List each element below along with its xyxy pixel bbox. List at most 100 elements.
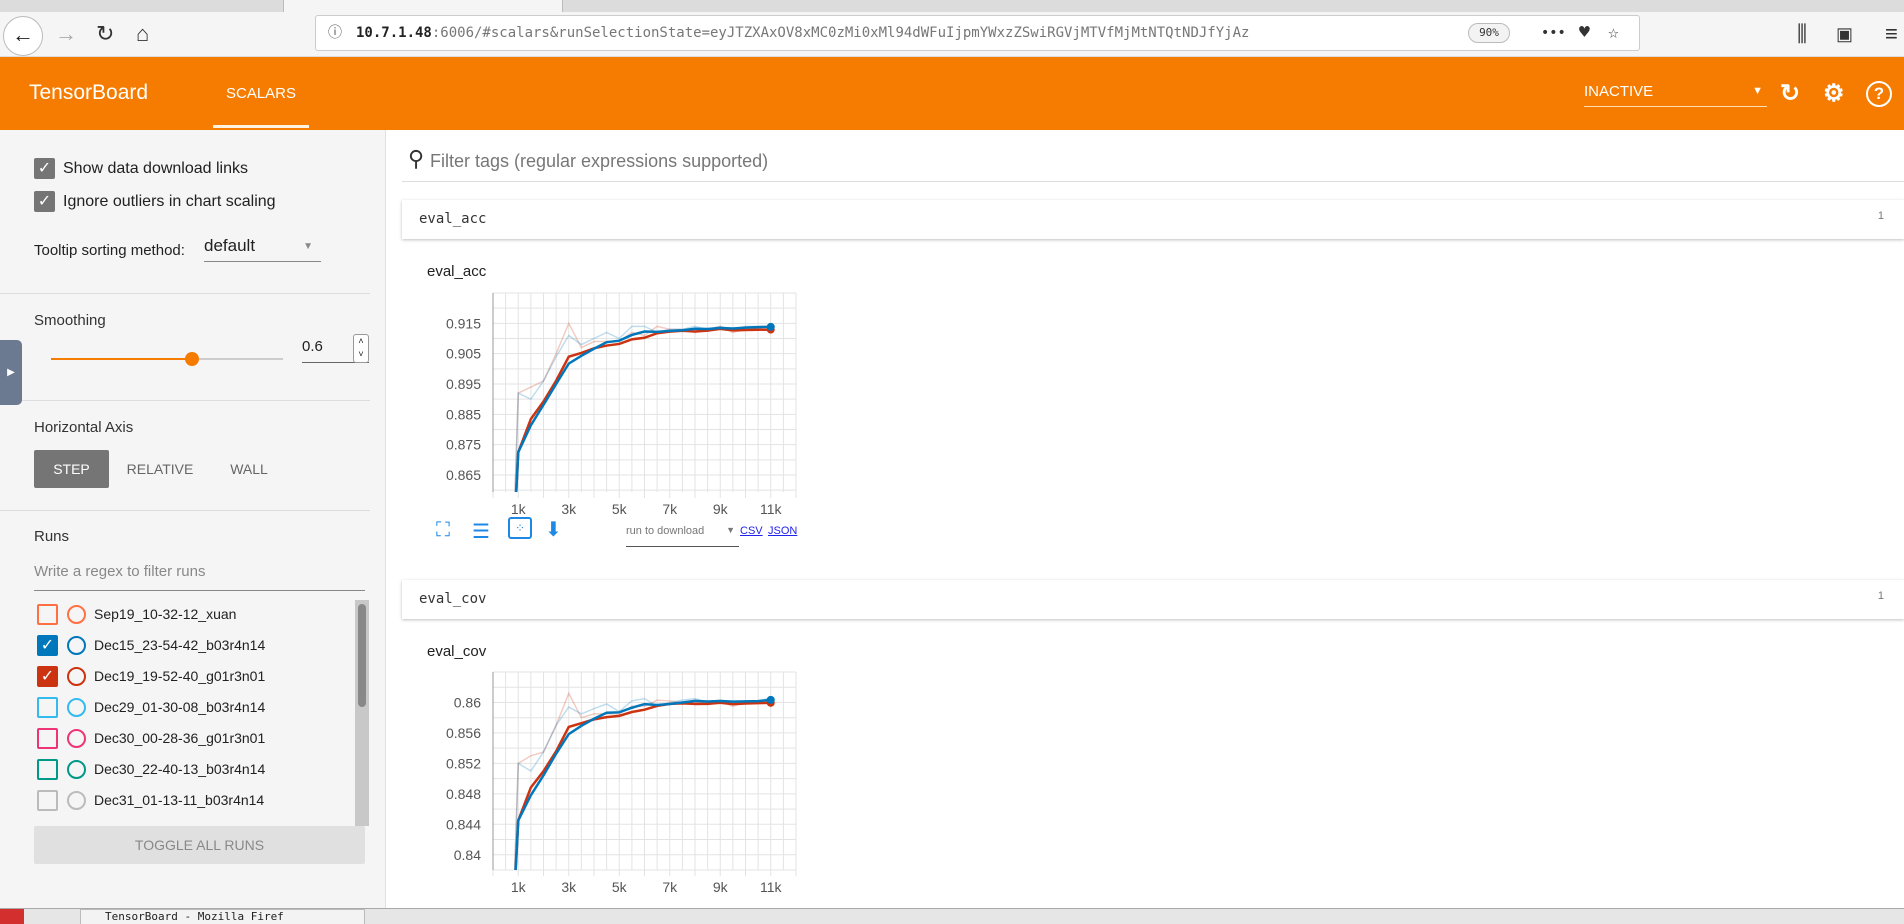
toggle-all-runs-button[interactable]: TOGGLE ALL RUNS (34, 826, 365, 864)
tooltip-sorting-select[interactable]: default ▼ (204, 236, 321, 262)
url-bar[interactable]: ⓘ 10.7.1.48:6006/#scalars&runSelectionSt… (315, 15, 1640, 51)
menu-icon[interactable]: ≡ (1885, 20, 1898, 48)
smoothed-series-line (514, 698, 771, 870)
ignore-outliers-checkbox[interactable]: ✓ (34, 191, 55, 212)
run-checkbox[interactable] (37, 728, 58, 749)
y-tick-label: 0.86 (454, 694, 481, 710)
run-checkbox[interactable] (37, 790, 58, 811)
group-count: 1 (1877, 590, 1884, 602)
smoothed-series-line (514, 327, 771, 492)
run-item[interactable]: Dec29_01-30-08_b03r4n14 (37, 696, 347, 720)
group-header-eval-acc[interactable]: eval_acc 1 (402, 200, 1904, 239)
chart-title: eval_cov (427, 643, 487, 660)
tag-filter-input[interactable]: Filter tags (regular expressions support… (430, 151, 768, 172)
y-tick-label: 0.875 (446, 437, 481, 453)
run-item[interactable]: Sep19_10-32-12_xuan (37, 603, 347, 627)
run-color-circle-icon[interactable] (67, 636, 86, 655)
home-button[interactable]: ⌂ (136, 20, 149, 48)
tag-filter[interactable]: ⚲ Filter tags (regular expressions suppo… (402, 140, 1904, 182)
x-tick-label: 3k (561, 501, 577, 515)
run-color-circle-icon[interactable] (67, 760, 86, 779)
sidebar-toggle-icon[interactable]: ▣ (1836, 20, 1853, 48)
chart-eval-cov[interactable]: 0.84 0.844 0.848 0.852 0.856 0.86 1k 3k 5k 7k 9k 11… (420, 664, 820, 908)
slider-fill (51, 358, 192, 360)
chart-eval-acc[interactable]: 0.865 0.875 0.885 0.895 0.905 0.915 1k 3k 5k 7k 9k… (420, 285, 820, 515)
y-tick-label: 0.905 (446, 346, 481, 362)
bookmark-star-icon[interactable]: ☆ (1608, 16, 1619, 50)
raw-series-line (513, 691, 771, 870)
run-to-download-select[interactable]: run to download ▼ (626, 525, 739, 547)
y-tick-label: 0.865 (446, 467, 481, 483)
smoothed-series-line (514, 325, 771, 492)
series-end-point (766, 695, 775, 704)
axis-relative-button[interactable]: RELATIVE (118, 450, 202, 488)
group-count: 1 (1877, 210, 1884, 222)
fullscreen-icon[interactable]: ⛶ (436, 519, 450, 542)
browser-tab[interactable] (283, 0, 563, 12)
list-icon[interactable]: ☰ (472, 519, 490, 544)
run-item[interactable]: ✓ Dec15_23-54-42_b03r4n14 (37, 634, 347, 658)
pocket-icon[interactable]: ♥ (1579, 16, 1590, 50)
run-name: Dec15_23-54-42_b03r4n14 (94, 637, 266, 653)
info-icon[interactable]: ⓘ (328, 16, 342, 50)
run-to-download-label: run to download (626, 525, 705, 537)
refresh-icon[interactable]: ↻ (1780, 79, 1800, 108)
axis-wall-button[interactable]: WALL (214, 450, 284, 488)
y-tick-label: 0.856 (446, 725, 481, 741)
show-download-links-checkbox[interactable]: ✓ (34, 158, 55, 179)
slider-thumb[interactable] (184, 352, 199, 366)
axis-step-button[interactable]: STEP (34, 450, 109, 488)
run-item[interactable]: Dec30_00-28-36_g01r3n01 (37, 727, 347, 751)
csv-link[interactable]: CSV (740, 525, 763, 537)
run-item[interactable]: Dec30_22-40-13_b03r4n14 (37, 758, 347, 782)
raw-series-line (514, 321, 771, 492)
smoothing-label: Smoothing (34, 312, 106, 329)
run-checkbox[interactable] (37, 604, 58, 625)
run-name: Sep19_10-32-12_xuan (94, 606, 237, 622)
smoothing-spinner[interactable]: ˄ ˅ (353, 334, 369, 363)
run-item[interactable]: ✓ Dec19_19-52-40_g01r3n01 (37, 665, 347, 689)
gear-icon[interactable]: ⚙ (1823, 79, 1845, 108)
run-checkbox[interactable]: ✓ (37, 635, 58, 656)
back-button[interactable]: ← (3, 16, 43, 56)
fit-domain-icon[interactable]: ⁘ (508, 517, 532, 539)
more-icon[interactable]: ••• (1541, 16, 1566, 50)
side-panel-handle[interactable]: ▶ (0, 340, 22, 405)
y-tick-label: 0.844 (446, 816, 481, 832)
reload-button[interactable]: ↻ (96, 20, 114, 48)
scrollbar-thumb[interactable] (358, 604, 366, 707)
zoom-level[interactable]: 90% (1468, 23, 1510, 43)
run-item[interactable]: Dec31_01-13-11_b03r4n14 (37, 789, 347, 813)
runs-scrollbar[interactable] (355, 600, 369, 826)
run-color-circle-icon[interactable] (67, 729, 86, 748)
run-color-circle-icon[interactable] (67, 667, 86, 686)
group-header-eval-cov[interactable]: eval_cov 1 (402, 580, 1904, 619)
json-link[interactable]: JSON (768, 525, 797, 537)
dropdown-caret-icon: ▼ (303, 241, 313, 252)
tab-scalars[interactable]: SCALARS (213, 57, 309, 130)
download-icon[interactable]: ⬇ (545, 517, 562, 542)
y-tick-label: 0.852 (446, 755, 481, 771)
divider (0, 293, 370, 294)
run-color-circle-icon[interactable] (67, 791, 86, 810)
run-color-circle-icon[interactable] (67, 605, 86, 624)
forward-button[interactable]: → (55, 20, 77, 48)
tooltip-sorting-label: Tooltip sorting method: (34, 242, 185, 259)
chart-title: eval_acc (427, 263, 487, 280)
x-tick-label: 3k (561, 879, 577, 895)
help-icon[interactable]: ? (1866, 81, 1892, 107)
run-color-circle-icon[interactable] (67, 698, 86, 717)
search-icon: ⚲ (408, 146, 425, 171)
dropdown-caret-icon: ▼ (726, 525, 735, 535)
run-checkbox[interactable]: ✓ (37, 666, 58, 687)
dropdown-caret-icon: ▼ (1752, 85, 1763, 97)
plugin-select[interactable]: INACTIVE ▼ (1584, 83, 1767, 107)
library-icon[interactable]: ⫼ (1797, 20, 1807, 48)
smoothing-slider[interactable] (51, 352, 283, 366)
run-checkbox[interactable] (37, 697, 58, 718)
start-menu-icon[interactable] (0, 909, 24, 924)
taskbar-item-firefox[interactable]: TensorBoard - Mozilla Firef (80, 909, 365, 924)
run-checkbox[interactable] (37, 759, 58, 780)
runs-filter-input[interactable]: Write a regex to filter runs (34, 563, 365, 591)
show-download-links-label: Show data download links (63, 160, 249, 177)
